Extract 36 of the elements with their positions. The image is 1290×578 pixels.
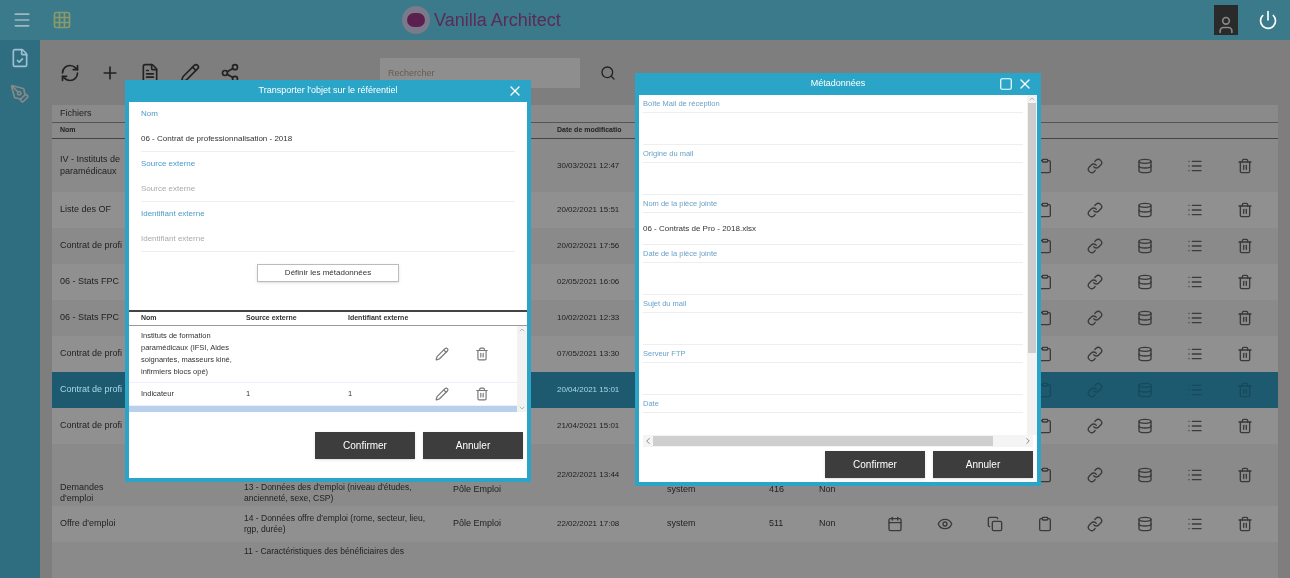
table-cell-text: Demandes d'emploi xyxy=(59,481,105,505)
field-label: Identifiant externe xyxy=(141,208,206,220)
table-cell-text: Contrat de profi xyxy=(59,384,124,396)
table-cell-text: Contrat de profi xyxy=(59,420,124,432)
table-cell-text: 20/04/2021 15:01 xyxy=(556,384,621,396)
field-label: Nom xyxy=(141,108,159,120)
table-cell-text: Contrat de profi xyxy=(59,348,124,360)
table-cell-text: 511 xyxy=(768,517,785,531)
table-cell-text: 02/05/2021 16:06 xyxy=(556,276,621,288)
table-cell-text: Pôle Emploi xyxy=(452,517,503,531)
table-cell-text: Non xyxy=(818,517,837,531)
table-cell-text: 06 - Stats FPC xyxy=(59,276,121,288)
table-cell-text: 22/02/2021 13:44 xyxy=(556,469,621,481)
table-cell-text: Non xyxy=(818,482,837,496)
table-cell-text: 30/03/2021 12:47 xyxy=(556,159,621,172)
table-cell-text: system xyxy=(666,517,697,531)
table-cell-text: 06 - Stats FPC xyxy=(59,312,121,324)
table-cell-text: IV - Instituts de paramédicaux xyxy=(59,154,122,177)
table-cell-text: 22/02/2021 17:08 xyxy=(556,518,621,530)
table-cell-text: 21/04/2021 15:01 xyxy=(556,420,621,432)
table-cell-text: Contrat de profi xyxy=(59,240,124,252)
table-cell-text: 416 xyxy=(768,482,786,496)
dialog-title: Métadonnées xyxy=(810,77,866,91)
table-cell-text: 11 - Caractéristiques des bénéficiaires des xyxy=(243,545,405,557)
table-cell-text: Pôle Emploi xyxy=(452,482,503,496)
table-cell-text: Liste des OF xyxy=(59,204,113,216)
table-cell-text: 07/05/2021 13:30 xyxy=(556,348,621,360)
table-cell-text: system xyxy=(666,482,697,496)
table-cell-text: 14 - Données offre d'emploi (rome, secteur, lieu, rgp, durée) xyxy=(243,513,426,535)
table-cell-text: 10/02/2021 12:33 xyxy=(556,312,621,324)
app-title: Vanilla Architect xyxy=(434,8,561,32)
table-cell-text: 20/02/2021 17:56 xyxy=(556,240,621,252)
table-cell-text: 13 - Données des d'emploi (niveau d'études, ancienneté, sexe, CSP) xyxy=(243,482,413,505)
field-label: Source externe xyxy=(141,158,197,170)
table-cell-text: 20/02/2021 15:51 xyxy=(556,204,621,216)
table-cell-text: Offre d'emploi xyxy=(59,518,117,530)
